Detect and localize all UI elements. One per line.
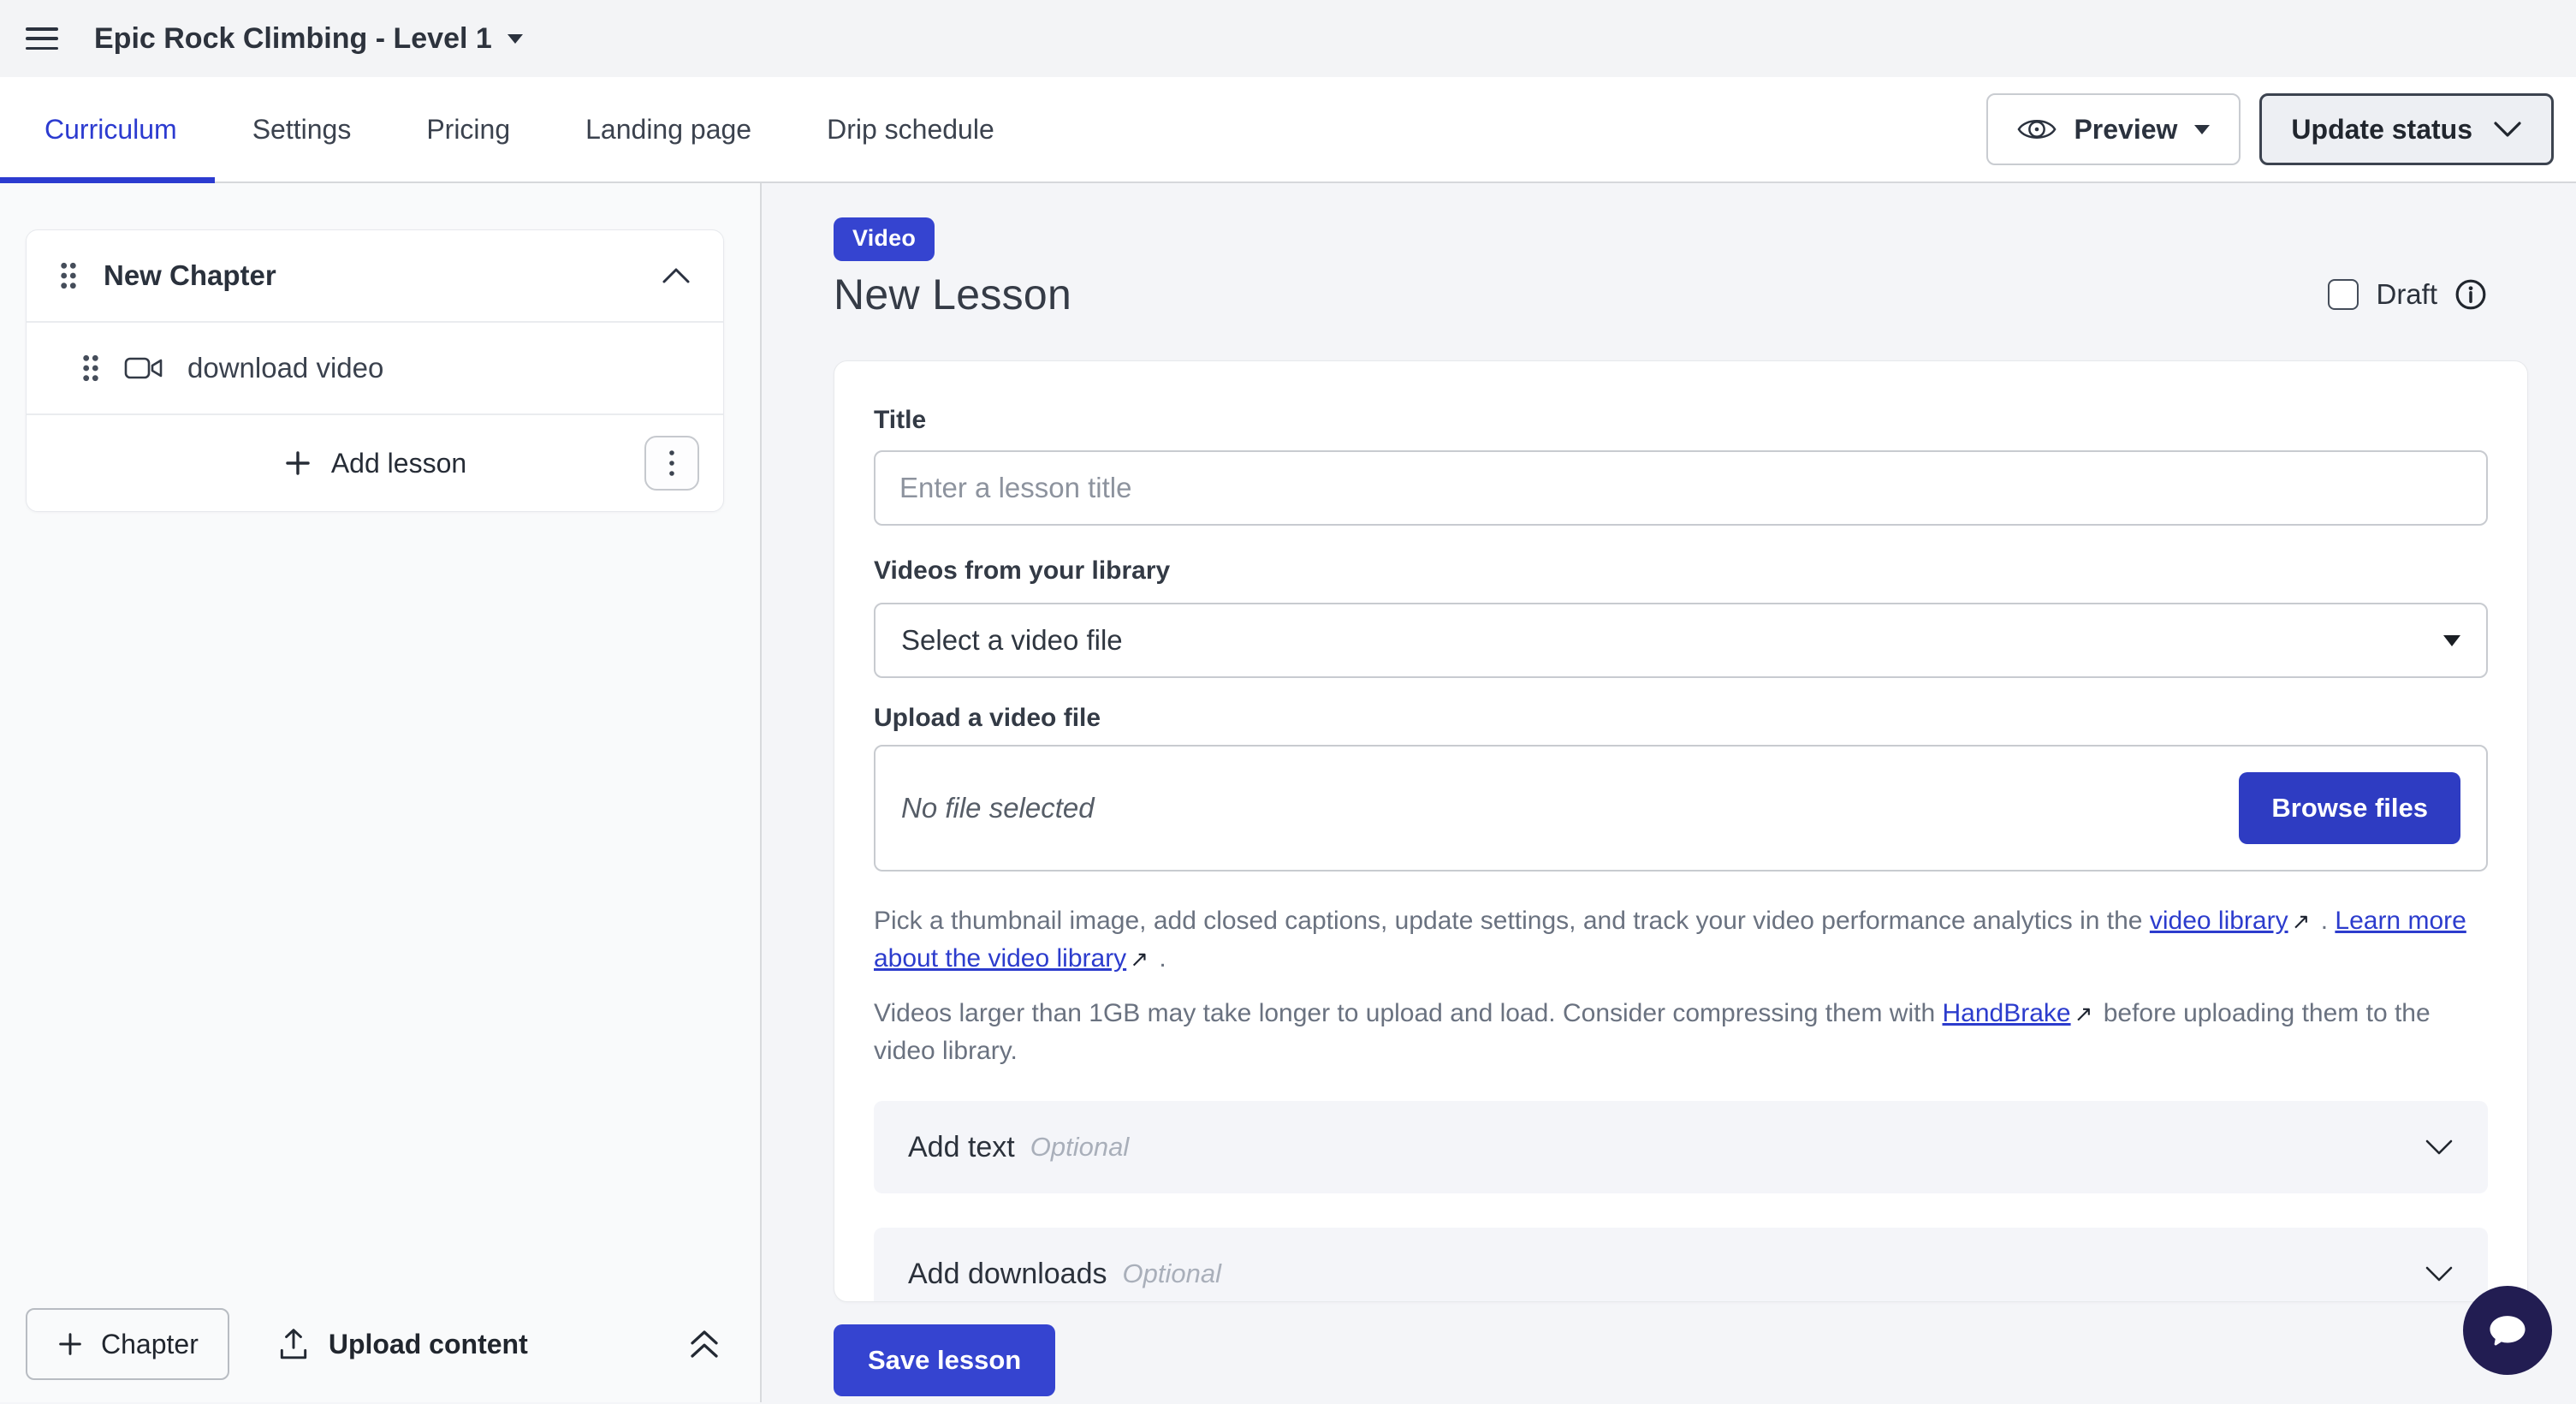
video-camera-icon [124, 354, 163, 382]
add-text-section[interactable]: Add text Optional [874, 1101, 2488, 1193]
preview-label: Preview [2074, 114, 2177, 146]
chat-bubble-icon [2483, 1306, 2532, 1355]
page-title: New Lesson [834, 270, 1071, 319]
lesson-title: download video [187, 352, 383, 384]
browse-files-button[interactable]: Browse files [2239, 772, 2460, 844]
help-text: . [1152, 944, 1166, 973]
lesson-row[interactable]: download video [27, 323, 723, 415]
title-label: Title [874, 406, 2488, 435]
add-lesson-row: Add lesson [27, 415, 723, 511]
tab-pricing[interactable]: Pricing [389, 77, 548, 181]
tab-drip-schedule[interactable]: Drip schedule [789, 77, 1032, 181]
tab-label: Drip schedule [827, 114, 994, 146]
upload-content-label: Upload content [329, 1329, 528, 1360]
add-chapter-button[interactable]: Chapter [26, 1308, 229, 1380]
save-row: Save lesson [834, 1324, 2528, 1396]
tab-landing-page[interactable]: Landing page [548, 77, 789, 181]
update-status-label: Update status [2291, 114, 2472, 146]
lesson-editor: Video New Lesson Draft Title Videos from… [762, 183, 2576, 1402]
add-lesson-label: Add lesson [331, 448, 466, 479]
chevron-down-icon [2425, 1138, 2454, 1157]
add-downloads-section[interactable]: Add downloads Optional [874, 1228, 2488, 1302]
draft-label: Draft [2376, 278, 2437, 311]
tab-label: Curriculum [45, 114, 177, 146]
drag-handle-icon[interactable] [81, 354, 100, 383]
optional-label: Optional [1123, 1258, 1221, 1289]
curriculum-sidebar: New Chapter download video [0, 183, 762, 1402]
tabs: Curriculum Settings Pricing Landing page… [0, 77, 1032, 181]
preview-button[interactable]: Preview [1986, 93, 2241, 165]
tab-bar: Curriculum Settings Pricing Landing page… [0, 77, 2576, 183]
video-library-link[interactable]: video library [2150, 907, 2288, 935]
chapter-title: New Chapter [104, 259, 276, 292]
lesson-type-badge: Video [834, 217, 935, 261]
library-label: Videos from your library [874, 556, 2488, 586]
chevron-down-icon [2443, 635, 2460, 646]
course-title: Epic Rock Climbing - Level 1 [94, 22, 492, 56]
help-text: Pick a thumbnail image, add closed capti… [874, 907, 2150, 935]
tab-label: Landing page [585, 114, 751, 146]
hamburger-menu-icon[interactable] [26, 27, 58, 50]
lesson-form-card: Title Videos from your library Select a … [834, 360, 2528, 1302]
external-link-icon: ↗ [1126, 946, 1152, 972]
video-library-select[interactable]: Select a video file [874, 603, 2488, 678]
chevron-down-icon [2194, 125, 2210, 134]
chevron-down-icon [2425, 1264, 2454, 1283]
handbrake-link[interactable]: HandBrake [1943, 999, 2071, 1027]
add-downloads-title: Add downloads [908, 1258, 1107, 1291]
select-value: Select a video file [901, 624, 1123, 657]
chapter-card: New Chapter download video [26, 229, 724, 512]
upload-content-button[interactable]: Upload content [277, 1327, 528, 1361]
draft-checkbox[interactable] [2328, 279, 2359, 310]
add-lesson-button[interactable]: Add lesson [283, 448, 466, 479]
chat-widget-button[interactable] [2463, 1286, 2552, 1375]
info-icon[interactable] [2454, 278, 2487, 311]
add-text-title: Add text [908, 1131, 1015, 1164]
lesson-title-row: New Lesson Draft [834, 270, 2528, 319]
chapter-menu-button[interactable] [644, 436, 699, 491]
eye-icon [2017, 115, 2057, 144]
chevron-down-icon [2493, 120, 2522, 139]
plus-icon [56, 1330, 84, 1358]
lesson-title-input[interactable] [874, 450, 2488, 526]
add-chapter-label: Chapter [101, 1329, 199, 1360]
plus-icon [283, 449, 312, 478]
save-lesson-button[interactable]: Save lesson [834, 1324, 1055, 1396]
tab-label: Pricing [426, 114, 510, 146]
tab-settings[interactable]: Settings [215, 77, 389, 181]
upload-icon [277, 1327, 310, 1361]
kebab-menu-icon [668, 449, 675, 478]
draft-toggle-group: Draft [2328, 278, 2528, 311]
chapter-header[interactable]: New Chapter [27, 230, 723, 323]
file-upload-field: No file selected Browse files [874, 745, 2488, 872]
drag-handle-icon[interactable] [59, 261, 78, 290]
optional-label: Optional [1030, 1132, 1129, 1163]
collapse-all-icon[interactable] [686, 1327, 722, 1361]
video-library-help-text: Pick a thumbnail image, add closed capti… [874, 902, 2488, 978]
compression-help-text: Videos larger than 1GB may take longer t… [874, 995, 2488, 1070]
tab-label: Settings [252, 114, 352, 146]
chevron-up-icon[interactable] [662, 266, 691, 285]
tab-curriculum[interactable]: Curriculum [0, 77, 215, 181]
no-file-text: No file selected [901, 792, 1095, 824]
external-link-icon: ↗ [2288, 908, 2314, 934]
chevron-down-icon [507, 34, 523, 44]
course-title-dropdown[interactable]: Epic Rock Climbing - Level 1 [94, 22, 523, 56]
external-link-icon: ↗ [2071, 1001, 2097, 1026]
help-text: Videos larger than 1GB may take longer t… [874, 999, 1943, 1027]
top-bar: Epic Rock Climbing - Level 1 [0, 0, 2576, 77]
upload-label: Upload a video file [874, 704, 2488, 733]
tabbar-actions: Preview Update status [1986, 77, 2576, 181]
sidebar-footer: Chapter Upload content [26, 1308, 722, 1380]
update-status-button[interactable]: Update status [2259, 93, 2554, 165]
help-text: . [2313, 907, 2335, 935]
